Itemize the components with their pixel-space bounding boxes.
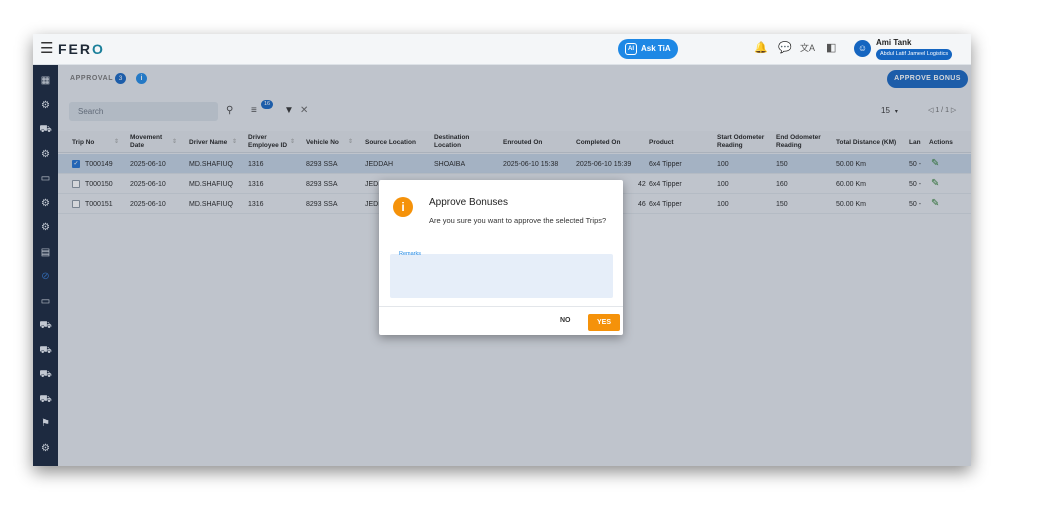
top-bar: ☰ FERO AI Ask TiA 🔔 💬 文A ◧ ☺ Ami Tank Ab… <box>33 34 971 65</box>
divider <box>379 306 623 307</box>
bell-icon[interactable]: 🔔 <box>754 42 768 55</box>
menu-icon[interactable]: ☰ <box>40 41 53 56</box>
no-button[interactable]: NO <box>560 316 571 326</box>
ask-tia-label: Ask TiA <box>641 44 671 53</box>
logo-accent: O <box>92 41 105 57</box>
ask-tia-button[interactable]: AI Ask TiA <box>618 39 678 59</box>
chat-icon[interactable]: 💬 <box>778 42 792 55</box>
app-window: ☰ FERO AI Ask TiA 🔔 💬 文A ◧ ☺ Ami Tank Ab… <box>33 34 971 466</box>
approve-dialog: i Approve Bonuses Are you sure you want … <box>379 180 623 335</box>
ai-icon: AI <box>625 43 637 55</box>
translate-icon[interactable]: 文A <box>800 42 815 55</box>
info-icon: i <box>393 197 413 217</box>
logo-text: FER <box>58 41 92 57</box>
user-name[interactable]: Ami Tank <box>876 38 911 47</box>
dialog-title: Approve Bonuses <box>429 197 508 208</box>
avatar[interactable]: ☺ <box>854 40 871 57</box>
panel-icon[interactable]: ◧ <box>826 42 836 55</box>
remarks-label: Remarks <box>399 251 422 257</box>
app-logo[interactable]: FERO <box>58 42 105 57</box>
company-badge[interactable]: Abdul Latif Jameel Logistics <box>876 49 953 60</box>
remarks-field[interactable]: Remarks <box>390 251 613 298</box>
dialog-message: Are you sure you want to approve the sel… <box>429 216 607 225</box>
yes-button[interactable]: YES <box>588 314 620 331</box>
